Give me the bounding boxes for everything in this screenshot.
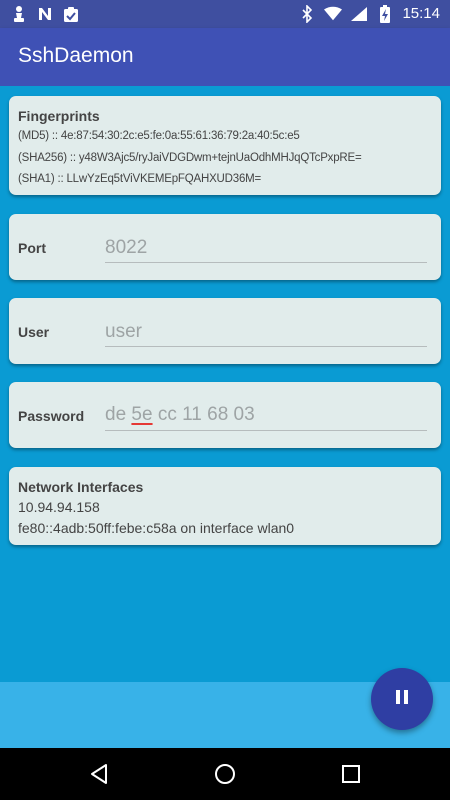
password-input[interactable]: de 5e cc 11 68 03 [105, 402, 427, 431]
back-icon[interactable] [86, 761, 112, 787]
pause-button[interactable] [371, 668, 433, 730]
fingerprint-sha256: (SHA256) :: y48W3Ajc5/ryJaiVDGDwm+tejnUa… [18, 152, 362, 164]
recents-icon[interactable] [338, 761, 364, 787]
app-bar: SshDaemon [0, 28, 450, 86]
fingerprints-title: Fingerprints [18, 108, 100, 124]
status-bar: 15:14 [0, 0, 450, 28]
clipboard-check-icon [62, 4, 80, 24]
password-value-start: de [105, 404, 132, 425]
battery-charging-icon [376, 4, 394, 24]
user-card: User [9, 298, 441, 364]
n-app-icon [36, 4, 54, 24]
password-card: Password de 5e cc 11 68 03 [9, 382, 441, 448]
password-label: Password [18, 408, 85, 424]
ipv4-address: 10.94.94.158 [18, 499, 100, 515]
port-label: Port [18, 240, 46, 256]
fingerprints-card: Fingerprints (MD5) :: 4e:87:54:30:2c:e5:… [9, 96, 441, 195]
fingerprint-sha1: (SHA1) :: LLwYzEq5tViVKEMEpFQAHXUD36M= [18, 173, 262, 185]
user-input[interactable] [105, 318, 427, 347]
navigation-bar [0, 748, 450, 800]
wifi-icon [324, 4, 343, 24]
port-card: Port [9, 214, 441, 280]
signal-icon [350, 4, 368, 24]
home-icon[interactable] [212, 761, 238, 787]
port-input[interactable] [105, 234, 427, 263]
notification-icons [10, 4, 80, 24]
password-value-misspelled: 5e [131, 404, 153, 425]
chess-pawn-icon [10, 4, 28, 24]
network-interfaces-card: Network Interfaces 10.94.94.158 fe80::4a… [9, 467, 441, 545]
main-content: Fingerprints (MD5) :: 4e:87:54:30:2c:e5:… [0, 86, 450, 682]
bluetooth-icon [298, 4, 316, 24]
fingerprint-md5: (MD5) :: 4e:87:54:30:2c:e5:fe:0a:55:61:3… [18, 130, 300, 142]
system-icons: 15:14 [298, 4, 440, 24]
user-label: User [18, 324, 50, 340]
pause-icon [394, 689, 410, 710]
app-title: SshDaemon [18, 44, 134, 67]
password-value-end: cc 11 68 03 [152, 404, 255, 425]
ipv6-address: fe80::4adb:50ff:febe:c58a on interface w… [18, 520, 295, 536]
network-interfaces-title: Network Interfaces [18, 479, 144, 495]
clock-time: 15:14 [402, 5, 440, 22]
